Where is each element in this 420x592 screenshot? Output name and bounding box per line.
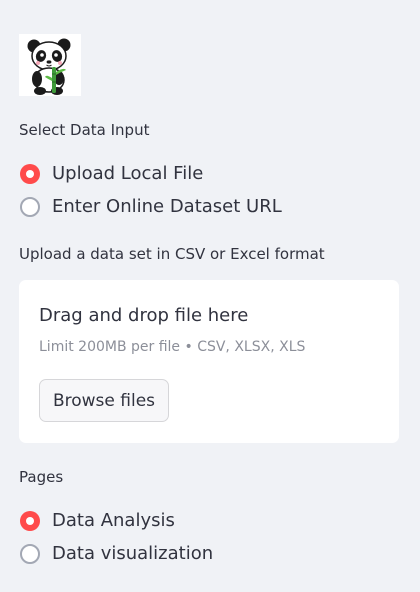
radio-label: Enter Online Dataset URL [52, 196, 282, 217]
dropzone-limit-text: Limit 200MB per file • CSV, XLSX, XLS [39, 339, 306, 355]
data-input-radio-group: Upload Local File Enter Online Dataset U… [20, 157, 282, 223]
radio-unselected-icon[interactable] [20, 543, 40, 564]
radio-selected-icon[interactable] [20, 163, 40, 184]
radio-label: Data visualization [52, 543, 214, 564]
pages-radio-group: Data Analysis Data visualization [20, 504, 213, 570]
radio-selected-icon[interactable] [20, 510, 40, 531]
radio-label: Data Analysis [52, 510, 175, 531]
panda-logo [19, 34, 81, 96]
radio-enter-online-url[interactable]: Enter Online Dataset URL [20, 190, 282, 223]
dropzone-title: Drag and drop file here [39, 305, 249, 326]
radio-label: Upload Local File [52, 163, 204, 184]
browse-files-button[interactable]: Browse files [39, 379, 169, 422]
radio-page-data-visualization[interactable]: Data visualization [20, 537, 213, 570]
data-input-label: Select Data Input [19, 121, 150, 139]
radio-unselected-icon[interactable] [20, 196, 40, 217]
radio-upload-local-file[interactable]: Upload Local File [20, 157, 282, 190]
pages-label: Pages [19, 468, 64, 486]
sidebar: Select Data Input Upload Local File Ente… [0, 0, 420, 592]
uploader-label: Upload a data set in CSV or Excel format [19, 245, 325, 263]
radio-page-data-analysis[interactable]: Data Analysis [20, 504, 213, 537]
file-dropzone[interactable]: Drag and drop file here Limit 200MB per … [19, 280, 399, 443]
panda-icon [27, 38, 71, 95]
